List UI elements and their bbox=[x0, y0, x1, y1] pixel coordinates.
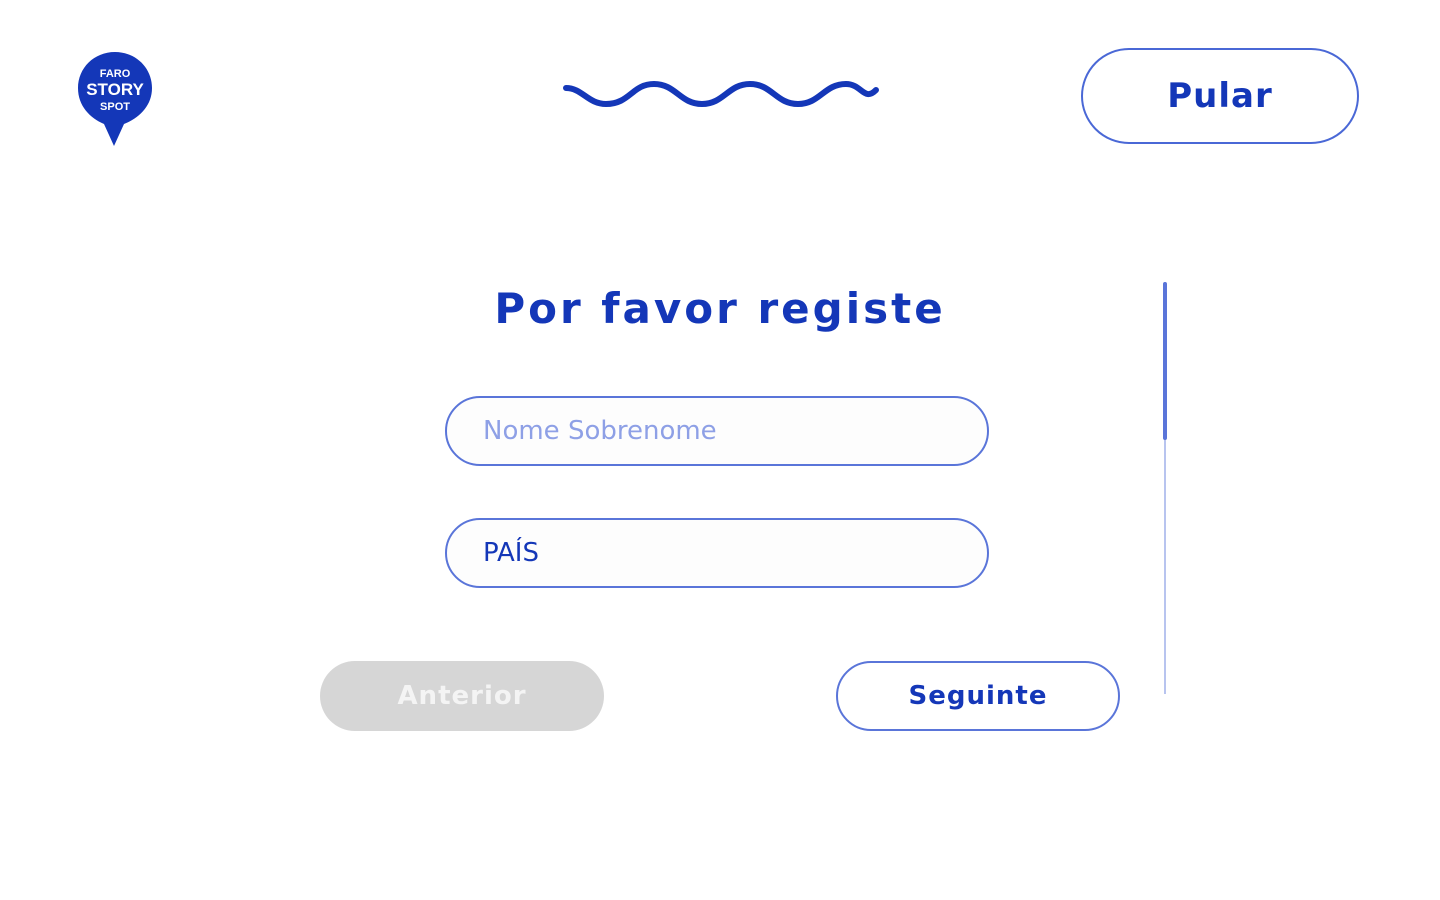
name-input[interactable] bbox=[483, 416, 951, 446]
skip-button[interactable]: Pular bbox=[1081, 48, 1359, 144]
page-title: Por favor registe bbox=[494, 284, 946, 333]
name-field-container bbox=[445, 396, 989, 466]
logo-line-1: FARO bbox=[100, 68, 131, 80]
registration-screen: FARO STORY SPOT Pular Por favor registe … bbox=[0, 0, 1440, 900]
logo-line-3: SPOT bbox=[100, 101, 130, 113]
country-select-value: PAÍS bbox=[483, 538, 539, 568]
scrollbar-thumb[interactable] bbox=[1163, 282, 1167, 440]
logo-line-2: STORY bbox=[86, 80, 144, 99]
faro-story-spot-logo: FARO STORY SPOT bbox=[76, 50, 154, 148]
previous-button[interactable]: Anterior bbox=[320, 661, 604, 731]
next-button[interactable]: Seguinte bbox=[836, 661, 1120, 731]
wave-decoration bbox=[562, 72, 880, 120]
country-select[interactable]: PAÍS bbox=[445, 518, 989, 588]
